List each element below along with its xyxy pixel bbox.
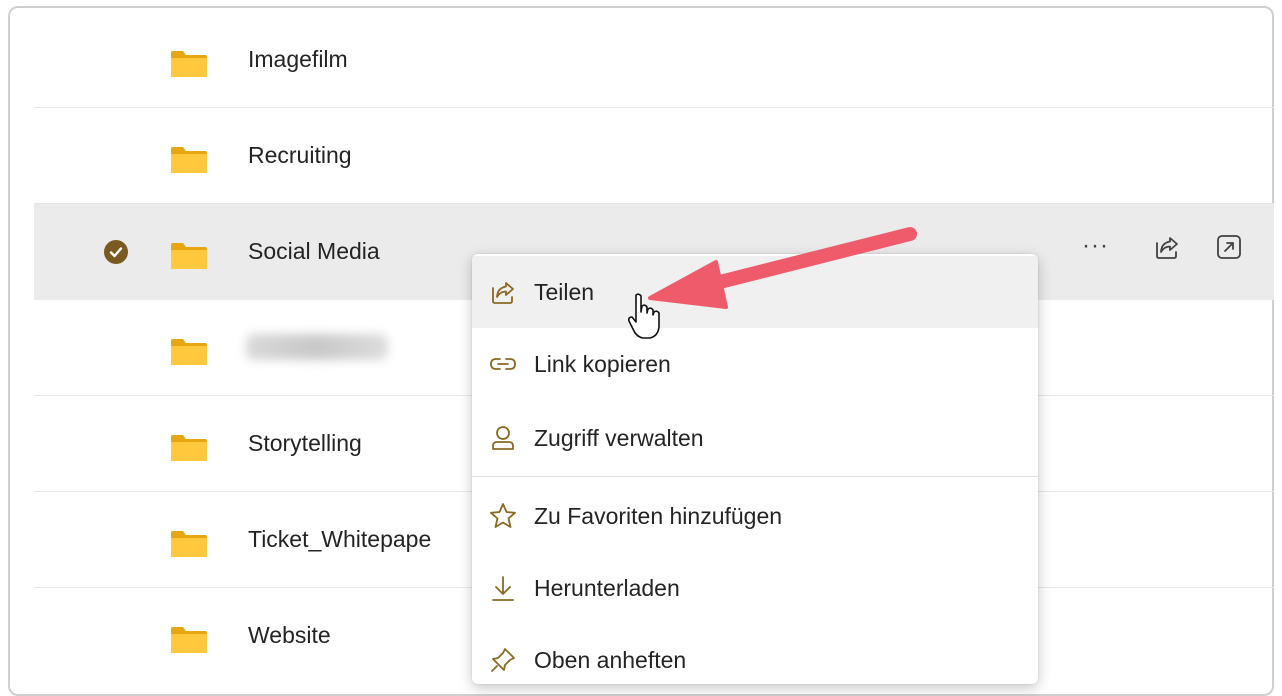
menu-item-label: Zu Favoriten hinzufügen [534, 502, 783, 529]
menu-item-copy-link[interactable]: Link kopieren [472, 328, 1038, 400]
folder-icon [171, 147, 207, 173]
folder-name[interactable]: Storytelling [248, 428, 362, 458]
menu-item-pin-top[interactable]: Oben anheften [472, 624, 1038, 684]
context-menu: Teilen Link kopieren Zugriff verwalten Z… [472, 254, 1038, 684]
person-icon [492, 426, 514, 450]
folder-row[interactable]: Recruiting [34, 108, 1274, 204]
selected-checkmark-icon[interactable] [104, 240, 128, 264]
folder-name[interactable]: Social Media [248, 236, 380, 266]
folder-icon [171, 531, 207, 557]
hand-cursor-icon [628, 293, 660, 339]
folder-name[interactable]: Ticket_Whitepape [248, 524, 431, 554]
link-icon [490, 358, 516, 370]
menu-item-share[interactable]: Teilen [472, 256, 1038, 328]
menu-item-label: Zugriff verwalten [534, 424, 704, 451]
folder-icon [171, 243, 207, 269]
menu-item-label: Teilen [534, 278, 595, 305]
pin-icon [491, 648, 515, 672]
download-icon [492, 576, 514, 601]
menu-item-label: Oben anheften [534, 646, 687, 673]
menu-divider [472, 476, 1038, 477]
menu-item-add-favorite[interactable]: Zu Favoriten hinzufügen [472, 480, 1038, 552]
folder-icon [171, 435, 207, 461]
folder-name[interactable]: Recruiting [248, 140, 352, 170]
folder-name[interactable]: Imagefilm [248, 44, 348, 74]
menu-item-manage-access[interactable]: Zugriff verwalten [472, 402, 1038, 474]
folder-icon [171, 339, 207, 365]
share-icon[interactable] [1152, 232, 1182, 262]
open-in-new-icon[interactable] [1216, 234, 1242, 260]
folder-icon [171, 51, 207, 77]
folder-name[interactable]: Website [248, 620, 331, 650]
menu-item-download[interactable]: Herunterladen [472, 552, 1038, 624]
folder-row[interactable]: Imagefilm [34, 12, 1274, 108]
menu-item-label: Herunterladen [534, 574, 680, 601]
share-icon [492, 282, 514, 304]
star-icon [490, 503, 516, 528]
more-options-button[interactable]: ··· [1082, 234, 1109, 258]
folder-icon [171, 627, 207, 653]
menu-item-label: Link kopieren [534, 350, 671, 377]
redacted-folder-name [246, 334, 388, 360]
